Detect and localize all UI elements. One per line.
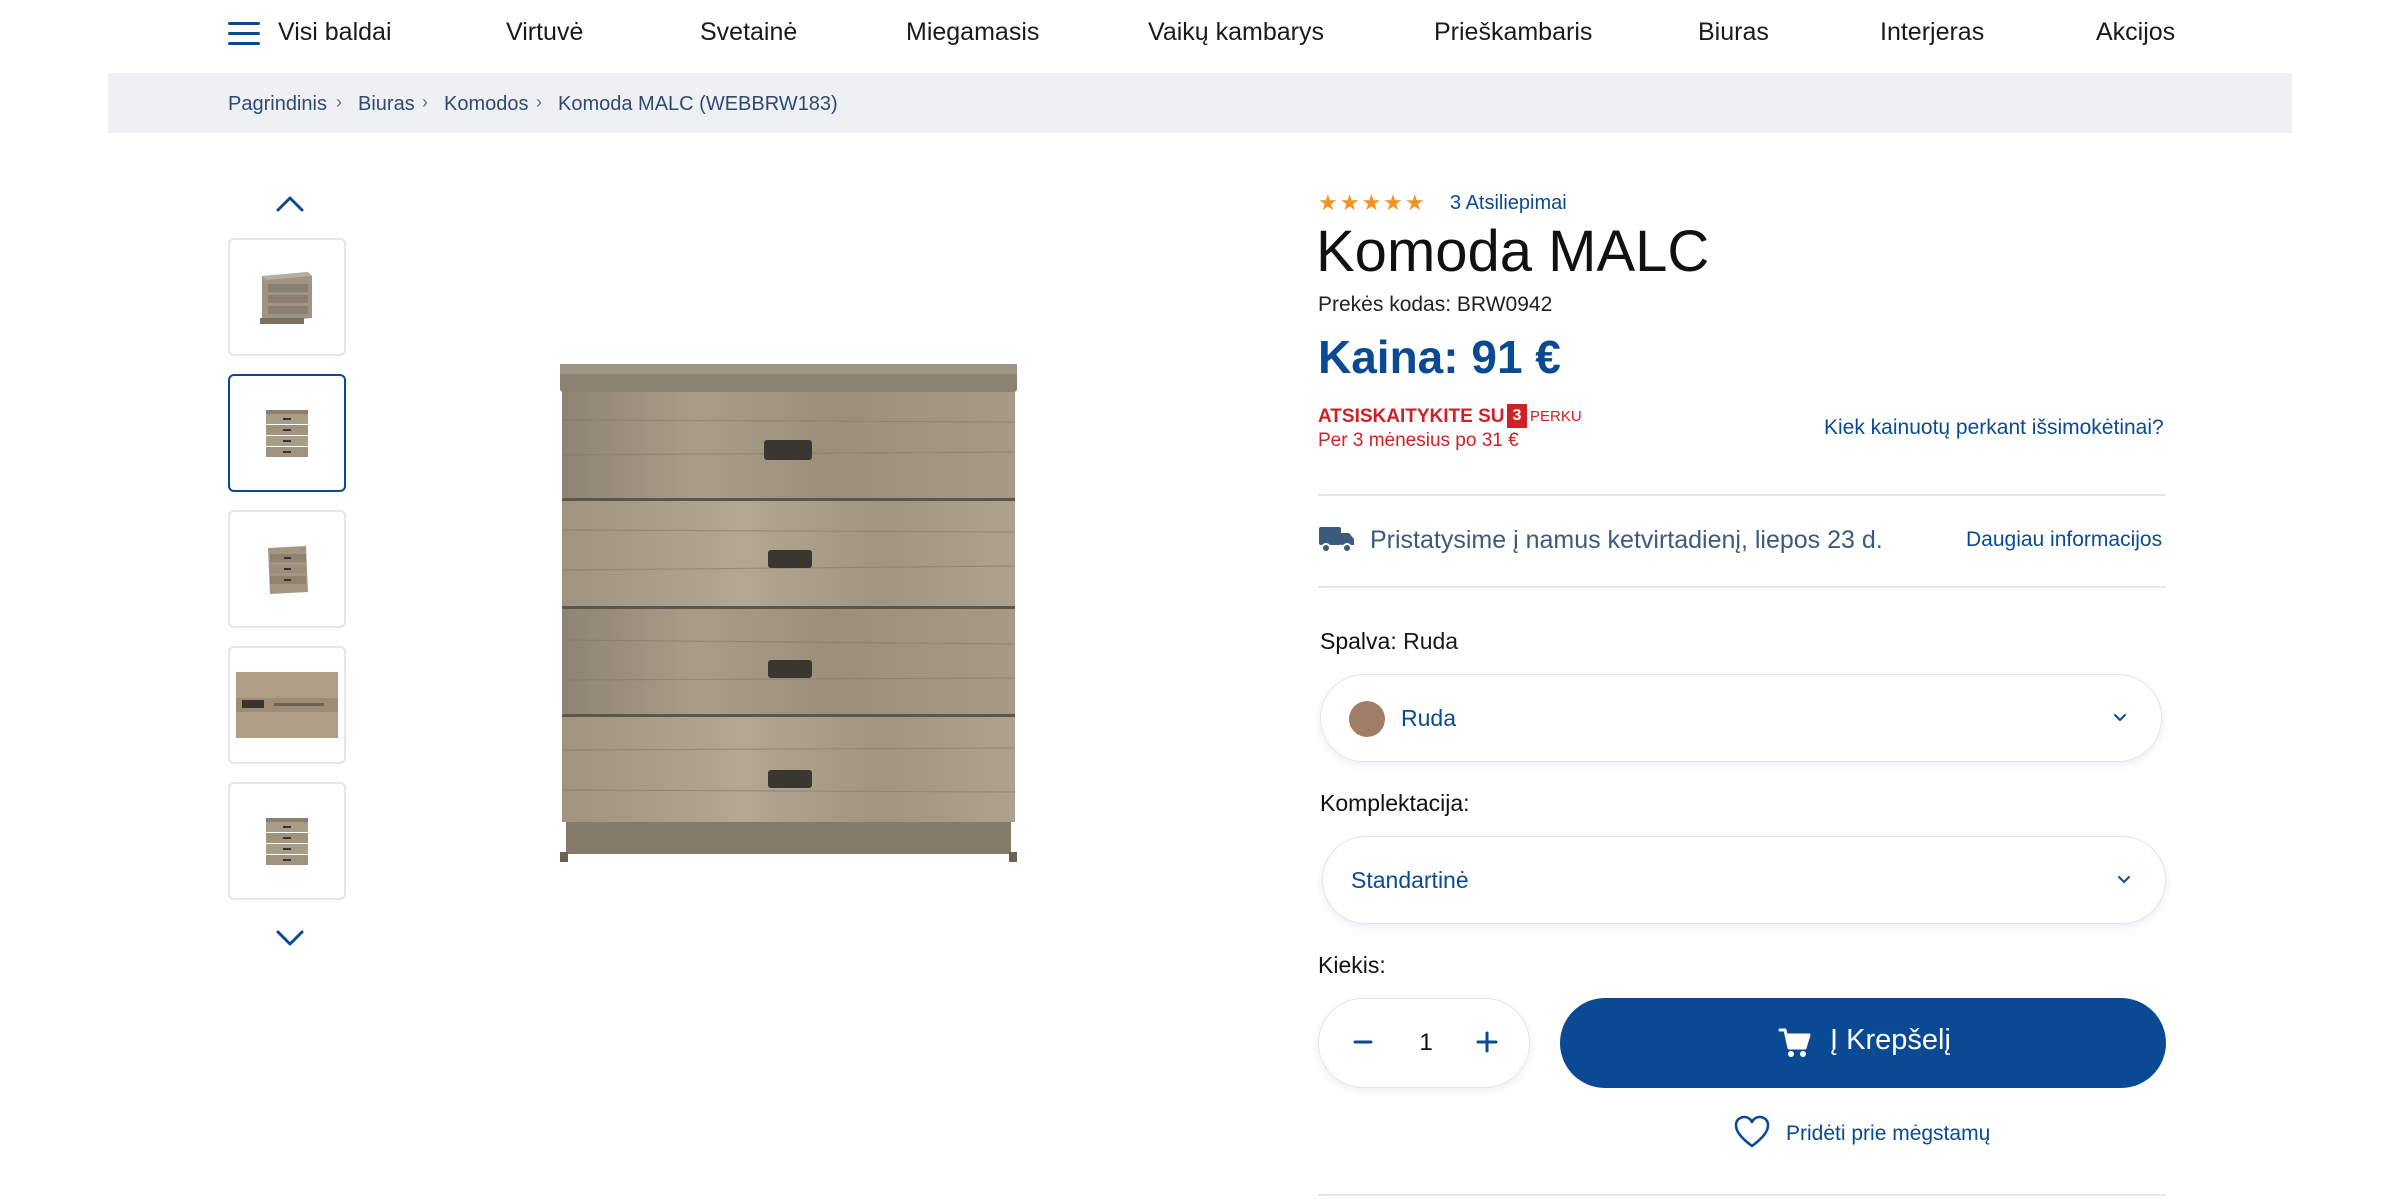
color-value: Ruda xyxy=(1403,628,1459,654)
nav-item-kids-room[interactable]: Vaikų kambarys xyxy=(1148,18,1324,47)
thumbnail-image[interactable] xyxy=(228,782,346,900)
color-selected-value: Ruda xyxy=(1401,705,1456,731)
dresser-angle-thumbnail-icon xyxy=(268,546,308,594)
product-title: Komoda MALC xyxy=(1316,219,1710,284)
shopping-cart-icon xyxy=(1778,1028,1811,1057)
wishlist-label: Pridėti prie mėgstamų xyxy=(1786,1122,1991,1145)
divider xyxy=(1318,1194,2166,1196)
breadcrumb-office[interactable]: Biuras xyxy=(358,93,415,116)
nav-item-living-room[interactable]: Svetainė xyxy=(700,18,797,47)
dresser-thumbnail-icon xyxy=(260,272,312,324)
thumbnail-image[interactable] xyxy=(228,646,346,764)
breadcrumb: Pagrindinis › Biuras › Komodos › Komoda … xyxy=(108,73,2292,133)
sku-label: Prekės kodas: xyxy=(1318,293,1452,316)
dresser-detail-thumbnail-icon xyxy=(236,672,338,738)
config-label: Komplektacija: xyxy=(1320,790,1470,816)
plus-icon[interactable] xyxy=(1465,1019,1509,1065)
breadcrumb-separator-icon: › xyxy=(536,92,542,112)
nav-item-bedroom[interactable]: Miegamasis xyxy=(906,18,1039,47)
quantity-label: Kiekis: xyxy=(1318,952,1386,978)
rating-stars-icon: ★★★★★ xyxy=(1318,190,1427,215)
installment-logo-badge: 3 xyxy=(1507,404,1527,428)
color-select[interactable]: Ruda xyxy=(1320,674,2162,762)
color-swatch xyxy=(1349,701,1385,737)
divider xyxy=(1318,494,2166,496)
nav-item-hallway[interactable]: Prieškambaris xyxy=(1434,18,1592,47)
breadcrumb-separator-icon: › xyxy=(422,92,428,112)
reviews-link[interactable]: 3 Atsiliepimai xyxy=(1450,192,1567,215)
dresser-front-thumbnail-icon xyxy=(266,410,308,457)
thumbnail-image-active[interactable] xyxy=(228,374,346,492)
thumbnails-up-arrow-icon[interactable] xyxy=(270,188,310,218)
nav-item-interior[interactable]: Interjeras xyxy=(1880,18,1984,47)
delivery-info: Pristatysime į namus ketvirtadienį, liep… xyxy=(1370,526,1883,554)
sku-value: BRW0942 xyxy=(1456,293,1553,316)
installment-title: ATSISKAITYKITE SU xyxy=(1318,406,1505,427)
breadcrumb-separator-icon: › xyxy=(336,92,342,112)
minus-icon[interactable] xyxy=(1341,1019,1385,1065)
product-sku: Prekės kodas: BRW0942 xyxy=(1318,293,1552,317)
delivery-truck-icon xyxy=(1319,527,1354,553)
thumbnail-image[interactable] xyxy=(228,238,346,356)
top-navigation: Visi baldai Virtuvė Svetainė Miegamasis … xyxy=(0,0,2400,70)
breadcrumb-home[interactable]: Pagrindinis xyxy=(228,93,327,116)
quantity-value[interactable]: 1 xyxy=(1409,1029,1443,1057)
installment-brand: PERKU xyxy=(1530,408,1582,425)
config-selected-value: Standartinė xyxy=(1351,867,1469,893)
delivery-more-info-link[interactable]: Daugiau informacijos xyxy=(1966,528,2162,552)
thumbnail-image[interactable] xyxy=(228,510,346,628)
quantity-stepper[interactable]: 1 xyxy=(1318,998,1530,1088)
nav-item-office[interactable]: Biuras xyxy=(1698,18,1769,47)
color-label: Spalva: xyxy=(1320,628,1397,654)
nav-item-sales[interactable]: Akcijos xyxy=(2096,18,2175,47)
add-to-cart-button[interactable]: Į Krepšelį xyxy=(1560,998,2166,1088)
chevron-down-icon xyxy=(2118,876,2130,884)
product-price: Kaina: 91 € xyxy=(1318,331,1561,383)
dresser-thumbnail-icon xyxy=(266,818,308,865)
nav-item-kitchen[interactable]: Virtuvė xyxy=(506,18,583,47)
thumbnails-down-arrow-icon[interactable] xyxy=(270,924,310,954)
configuration-select[interactable]: Standartinė xyxy=(1322,836,2166,924)
nav-all-furniture[interactable]: Visi baldai xyxy=(278,18,392,47)
breadcrumb-dressers[interactable]: Komodos xyxy=(444,93,529,116)
installment-info-link[interactable]: Kiek kainuotų perkant išsimokėtinai? xyxy=(1824,416,2164,440)
heart-icon xyxy=(1734,1115,1770,1148)
divider xyxy=(1318,586,2166,588)
color-label-row: Spalva: Ruda xyxy=(1320,628,1458,655)
product-main-image[interactable] xyxy=(556,360,1021,865)
hamburger-menu-icon[interactable] xyxy=(228,22,260,46)
breadcrumb-current: Komoda MALC (WEBBRW183) xyxy=(558,93,838,115)
add-to-cart-label: Į Krepšelį xyxy=(1830,1024,1951,1056)
installment-subtitle: Per 3 mėnesius po 31 € xyxy=(1318,430,1519,451)
chevron-down-icon xyxy=(2114,714,2126,722)
